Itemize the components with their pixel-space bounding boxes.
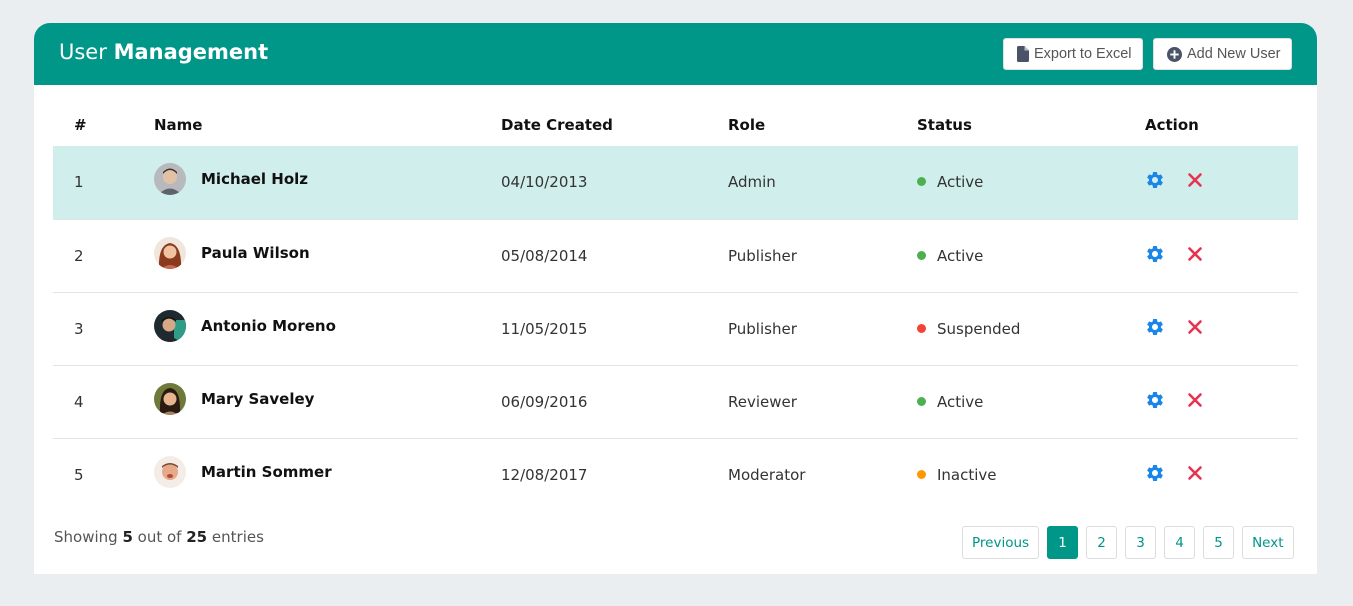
- close-icon: [1187, 465, 1203, 485]
- gear-icon: [1145, 170, 1165, 194]
- delete-button[interactable]: [1185, 319, 1205, 339]
- row-number: 1: [74, 173, 84, 192]
- row-number: 4: [74, 392, 84, 411]
- user-name[interactable]: Martin Sommer: [201, 463, 332, 481]
- delete-button[interactable]: [1185, 392, 1205, 412]
- gear-icon: [1145, 317, 1165, 341]
- avatar: [154, 163, 186, 196]
- pagination-previous[interactable]: Previous: [962, 526, 1040, 559]
- date-created: 11/05/2015: [501, 319, 588, 338]
- row-number: 3: [74, 319, 84, 338]
- role: Reviewer: [728, 392, 797, 411]
- entries-info: Showing 5 out of 25 entries: [54, 528, 264, 546]
- settings-button[interactable]: [1145, 463, 1165, 487]
- date-created: 12/08/2017: [501, 465, 588, 484]
- user-name[interactable]: Antonio Moreno: [201, 317, 336, 335]
- action-cell: [1145, 146, 1298, 219]
- settings-button[interactable]: [1145, 317, 1165, 341]
- add-label: Add New User: [1187, 46, 1281, 62]
- role: Moderator: [728, 465, 806, 484]
- page-button[interactable]: 1: [1047, 526, 1079, 559]
- card-header: User Management Export to Excel Add New …: [34, 23, 1317, 85]
- status-label: Suspended: [937, 319, 1021, 338]
- avatar: [154, 236, 186, 269]
- pagination-next[interactable]: Next: [1242, 526, 1294, 559]
- delete-button[interactable]: [1185, 246, 1205, 266]
- user-management-card: User Management Export to Excel Add New …: [34, 23, 1317, 574]
- gear-icon: [1145, 463, 1165, 487]
- status-label: Active: [937, 392, 984, 411]
- page-button[interactable]: 2: [1086, 526, 1118, 559]
- date-created: 04/10/2013: [501, 173, 588, 192]
- row-number: 2: [74, 246, 84, 265]
- status-dot: [917, 469, 926, 479]
- settings-button[interactable]: [1145, 390, 1165, 414]
- file-icon: [1017, 46, 1029, 62]
- table-row: 3 Antonio Moreno 11/05/2015 Publisher Su…: [53, 292, 1298, 365]
- settings-button[interactable]: [1145, 172, 1165, 192]
- avatar: [154, 455, 186, 488]
- status-label: Inactive: [937, 465, 997, 484]
- column-header-status: Status: [917, 116, 972, 134]
- action-cell: [1145, 219, 1298, 292]
- close-icon: [1187, 246, 1203, 266]
- page-button[interactable]: 4: [1164, 526, 1196, 559]
- user-name[interactable]: Michael Holz: [201, 170, 308, 188]
- page-button[interactable]: 5: [1203, 526, 1235, 559]
- users-table: # Name Date Created Role Status Action 1…: [53, 108, 1298, 511]
- add-new-user-button[interactable]: Add New User: [1153, 38, 1292, 70]
- user-name[interactable]: Mary Saveley: [201, 390, 314, 408]
- column-header-name: Name: [154, 116, 203, 134]
- table-row: 1 Michael Holz 04/10/2013 Admin Active: [53, 146, 1298, 219]
- close-icon: [1187, 392, 1203, 412]
- role: Publisher: [728, 319, 797, 338]
- column-header-date-created: Date Created: [501, 116, 613, 134]
- page-title: User Management: [59, 40, 269, 64]
- close-icon: [1187, 172, 1203, 192]
- row-number: 5: [74, 465, 84, 484]
- column-header-action: Action: [1145, 116, 1199, 134]
- settings-button[interactable]: [1145, 244, 1165, 268]
- role: Admin: [728, 173, 776, 192]
- delete-button[interactable]: [1185, 465, 1205, 485]
- pagination: Previous 1 2 3 4 5 Next: [962, 526, 1294, 559]
- gear-icon: [1145, 390, 1165, 414]
- avatar: [154, 309, 186, 342]
- date-created: 05/08/2014: [501, 246, 588, 265]
- action-cell: [1145, 365, 1298, 438]
- table-row: 4 Mary Saveley 06/09/2016 Reviewer Activ…: [53, 365, 1298, 438]
- export-label: Export to Excel: [1034, 46, 1132, 62]
- action-cell: [1145, 292, 1298, 365]
- status-label: Active: [937, 246, 984, 265]
- status-cell: Suspended: [917, 292, 1145, 365]
- export-to-excel-button[interactable]: Export to Excel: [1003, 38, 1143, 70]
- table-header-row: # Name Date Created Role Status Action: [53, 108, 1298, 146]
- gear-icon: [1145, 244, 1165, 268]
- table-row: 2 Paula Wilson 05/08/2014 Publisher Acti…: [53, 219, 1298, 292]
- user-name[interactable]: Paula Wilson: [201, 244, 310, 262]
- column-header-role: Role: [728, 116, 766, 134]
- page-button[interactable]: 3: [1125, 526, 1157, 559]
- status-dot: [917, 177, 926, 187]
- role: Publisher: [728, 246, 797, 265]
- status-cell: Active: [917, 219, 1145, 292]
- status-cell: Inactive: [917, 438, 1145, 511]
- status-label: Active: [937, 173, 984, 192]
- status-dot: [917, 323, 926, 333]
- date-created: 06/09/2016: [501, 392, 588, 411]
- column-header-number: #: [74, 116, 87, 134]
- table-row: 5 Martin Sommer 12/08/2017 Moderator Ina…: [53, 438, 1298, 511]
- delete-button[interactable]: [1185, 172, 1205, 192]
- status-dot: [917, 396, 926, 406]
- close-icon: [1187, 319, 1203, 339]
- status-cell: Active: [917, 365, 1145, 438]
- status-cell: Active: [917, 146, 1145, 219]
- avatar: [154, 382, 186, 415]
- plus-circle-icon: [1167, 46, 1182, 62]
- action-cell: [1145, 438, 1298, 511]
- status-dot: [917, 250, 926, 260]
